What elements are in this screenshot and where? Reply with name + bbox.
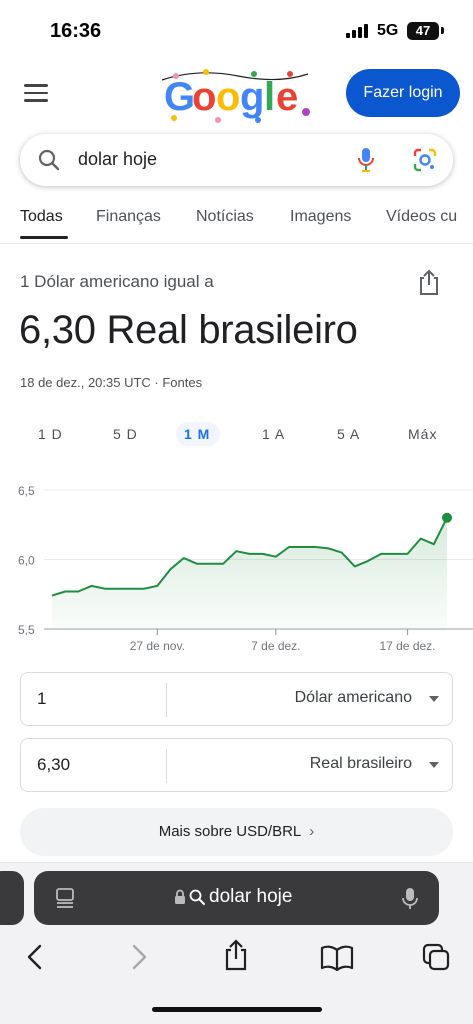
range-5d[interactable]: 5 D <box>113 426 138 442</box>
clock: 16:36 <box>50 20 102 42</box>
svg-text:o: o <box>192 75 216 119</box>
back-icon[interactable] <box>24 943 48 971</box>
x-tick-label: 27 de nov. <box>130 639 185 653</box>
login-button[interactable]: Fazer login <box>346 69 460 117</box>
lock-icon <box>175 889 185 904</box>
field-divider <box>166 749 167 783</box>
x-tick-label: 17 de dez. <box>379 639 435 653</box>
tab-noticias[interactable]: Notícias <box>196 208 254 226</box>
chevron-right-icon: › <box>309 823 315 840</box>
cellular-signal-icon <box>346 24 368 38</box>
share-icon[interactable] <box>222 939 250 971</box>
battery-tip <box>441 27 444 34</box>
more-about-button[interactable]: Mais sobre USD/BRL › <box>20 808 453 856</box>
range-5a[interactable]: 5 A <box>337 426 360 442</box>
to-currency-field: 6,30 Real brasileiro <box>20 738 453 792</box>
tab-financas[interactable]: Finanças <box>96 208 161 226</box>
svg-text:l: l <box>264 75 275 119</box>
from-currency-select[interactable]: Dólar americano <box>295 689 412 707</box>
previous-tab-peek[interactable] <box>0 871 24 925</box>
more-about-label: Mais sobre USD/BRL <box>158 823 302 840</box>
tabs-icon[interactable] <box>422 943 450 971</box>
range-max[interactable]: Máx <box>408 426 437 442</box>
search-input[interactable]: dolar hoje <box>78 149 157 170</box>
range-1a[interactable]: 1 A <box>262 426 285 442</box>
search-icon <box>38 149 60 171</box>
svg-text:e: e <box>276 75 298 119</box>
browser-toolbar: dolar hoje <box>0 862 473 1024</box>
home-indicator <box>152 1007 322 1012</box>
svg-text:g: g <box>240 75 264 119</box>
range-1d[interactable]: 1 D <box>38 426 63 442</box>
chart-area <box>52 517 447 629</box>
from-currency-field: 1 Dólar americano <box>20 672 453 726</box>
search-bar[interactable]: dolar hoje <box>20 134 453 186</box>
to-currency-select[interactable]: Real brasileiro <box>310 755 412 773</box>
chevron-down-icon[interactable] <box>429 696 439 702</box>
currency-equal-label: 1 Dólar americano igual a <box>20 272 214 291</box>
network-type: 5G <box>377 22 399 39</box>
conversion-result: 6,30 Real brasileiro <box>19 308 358 352</box>
y-tick-label: 6,0 <box>18 554 35 568</box>
tab-todas[interactable]: Todas <box>20 208 63 226</box>
tab-videos[interactable]: Vídeos cu <box>386 208 457 226</box>
chart-last-point <box>442 512 452 523</box>
microphone-icon[interactable] <box>402 887 418 911</box>
search-icon <box>189 889 205 905</box>
bookmarks-icon[interactable] <box>320 945 354 971</box>
exchange-rate-chart[interactable]: 6,5 6,0 5,5 27 de nov. 7 de dez. 17 de dez. <box>0 478 473 658</box>
svg-text:o: o <box>216 75 240 119</box>
field-divider <box>166 683 167 717</box>
address-text[interactable]: dolar hoje <box>209 886 292 908</box>
x-tick-label: 7 de dez. <box>251 639 300 653</box>
google-lens-icon[interactable] <box>412 147 438 173</box>
menu-icon[interactable] <box>24 84 48 104</box>
from-amount-input[interactable]: 1 <box>37 689 46 709</box>
active-tab-indicator <box>20 236 68 239</box>
chevron-down-icon[interactable] <box>429 762 439 768</box>
forward-icon[interactable] <box>126 943 150 971</box>
time-range-selector: 1 D 5 D 1 M 1 A 5 A Máx <box>0 422 473 446</box>
reader-icon[interactable] <box>54 887 76 909</box>
tab-imagens[interactable]: Imagens <box>290 208 351 226</box>
search-tabs: Todas Finanças Notícias Imagens Vídeos c… <box>0 196 473 244</box>
share-icon[interactable] <box>416 268 442 296</box>
status-bar: 16:36 5G 47 <box>0 0 473 58</box>
google-doodle-logo[interactable]: G o o g l e <box>158 66 318 126</box>
range-1m[interactable]: 1 M <box>184 426 210 442</box>
address-bar[interactable]: dolar hoje <box>34 871 439 925</box>
svg-text:G: G <box>164 75 195 119</box>
y-tick-label: 6,5 <box>18 484 35 498</box>
to-amount-input[interactable]: 6,30 <box>37 755 70 775</box>
y-tick-label: 5,5 <box>18 623 35 637</box>
timestamp-sources[interactable]: 18 de dez., 20:35 UTC · Fontes <box>20 375 202 390</box>
voice-search-icon[interactable] <box>356 146 376 174</box>
battery-icon: 47 <box>407 22 439 40</box>
